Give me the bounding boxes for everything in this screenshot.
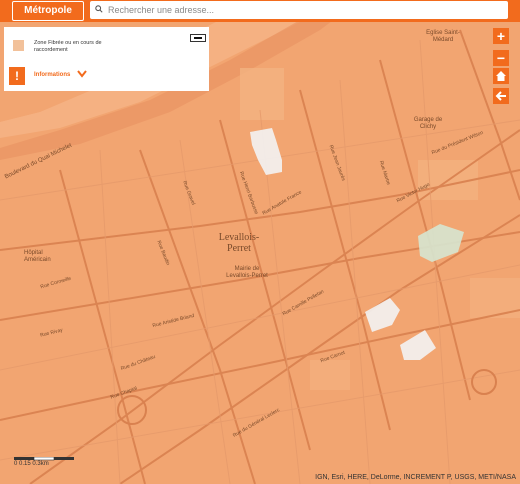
zoom-in-button[interactable]: + bbox=[493, 28, 509, 44]
zoom-out-button[interactable]: − bbox=[493, 50, 509, 66]
minus-icon bbox=[194, 37, 202, 39]
scale-label: 0 0.15 0.3km bbox=[14, 461, 49, 467]
exclamation-icon: ! bbox=[15, 69, 19, 83]
legend-panel: Zone Fibrée ou en cours de raccordement … bbox=[4, 27, 209, 91]
map-label-eglise: Eglise Saint-Médard bbox=[426, 30, 460, 43]
back-button[interactable] bbox=[493, 88, 509, 104]
legend-swatch bbox=[13, 40, 24, 51]
collapse-button[interactable] bbox=[190, 34, 206, 42]
search-icon bbox=[95, 5, 103, 13]
informations-toggle[interactable]: Informations bbox=[34, 72, 70, 78]
search-box[interactable] bbox=[90, 1, 508, 19]
scale-bar: 0 0.15 0.3km bbox=[14, 457, 104, 471]
arrow-left-icon bbox=[495, 91, 506, 101]
metropole-button[interactable]: Métropole bbox=[12, 1, 84, 21]
map-label-mairie: Mairie de Levallois-Perret bbox=[226, 266, 268, 279]
map-label-hopital: Hôpital Américain bbox=[24, 250, 51, 263]
legend-zone-label: Zone Fibrée ou en cours de raccordement bbox=[34, 40, 102, 53]
info-alert-icon[interactable]: ! bbox=[9, 67, 25, 85]
home-icon bbox=[496, 71, 506, 81]
map-attribution: IGN, Esri, HERE, DeLorme, INCREMENT P, U… bbox=[315, 474, 516, 481]
chevron-down-icon[interactable] bbox=[77, 70, 87, 78]
search-input[interactable] bbox=[108, 2, 498, 18]
map-label-garage: Garage de Clichy bbox=[413, 117, 443, 130]
map-label-city: Levallois-Perret bbox=[218, 232, 260, 254]
home-button[interactable] bbox=[493, 68, 509, 84]
